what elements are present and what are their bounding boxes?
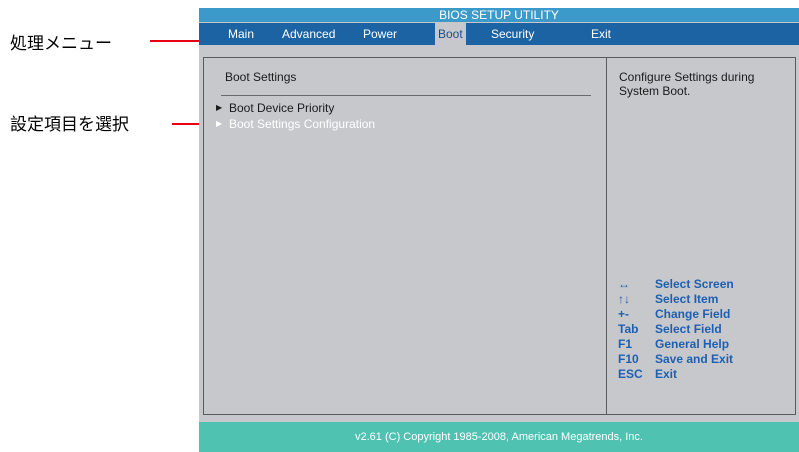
bios-screen: BIOS SETUP UTILITY Main Advanced Power B… (199, 8, 799, 452)
menu-boot[interactable]: Boot (435, 23, 466, 45)
submenu-arrow-icon: ▶ (216, 119, 223, 128)
menu-power[interactable]: Power (363, 23, 397, 45)
menu-bar: Main Advanced Power Boot Security Exit (199, 23, 799, 45)
key-desc: Save and Exit (655, 352, 734, 366)
key-f10: F10 (618, 352, 639, 366)
key-f1: F1 (618, 337, 633, 351)
menu-advanced[interactable]: Advanced (282, 23, 335, 45)
key-desc: Select Field (655, 322, 722, 336)
key-tab: Tab (618, 322, 639, 336)
key-esc: ESC (618, 367, 643, 381)
option-boot-device-priority[interactable]: Boot Device Priority (229, 101, 334, 115)
menu-security[interactable]: Security (491, 23, 534, 45)
section-title: Boot Settings (225, 70, 297, 84)
key-change-field: +- (618, 307, 630, 321)
key-select-screen: ↔ (618, 277, 630, 291)
bios-title: BIOS SETUP UTILITY (199, 8, 799, 22)
key-desc: Select Item (655, 292, 719, 306)
menu-exit[interactable]: Exit (591, 23, 611, 45)
option-boot-settings-configuration[interactable]: Boot Settings Configuration (229, 117, 375, 131)
footer-copyright: v2.61 (C) Copyright 1985-2008, American … (199, 422, 799, 452)
key-desc: General Help (655, 337, 730, 351)
key-desc: Change Field (655, 307, 731, 321)
key-desc: Exit (655, 367, 678, 381)
key-select-item: ↑↓ (618, 292, 630, 306)
section-divider (221, 95, 591, 96)
menu-main[interactable]: Main (228, 23, 254, 45)
submenu-arrow-icon: ▶ (216, 103, 223, 112)
annotation-select-label: 設定項目を選択 (10, 115, 129, 135)
key-desc: Select Screen (655, 277, 734, 291)
annotation-menu-label: 処理メニュー (10, 34, 112, 54)
help-text: Configure Settings during System Boot. (619, 70, 755, 98)
